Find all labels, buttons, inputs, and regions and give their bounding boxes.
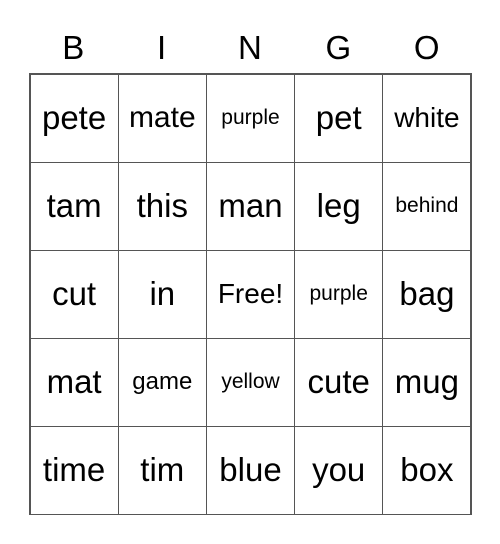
bingo-cell[interactable]: man (205, 161, 296, 251)
bingo-cell[interactable]: mat (29, 337, 119, 427)
bingo-cell[interactable]: yellow (205, 337, 296, 427)
header-letter-b: B (62, 29, 85, 66)
bingo-cell[interactable]: game (117, 337, 207, 427)
bingo-cell[interactable]: pete (29, 73, 119, 163)
bingo-cell[interactable]: mate (117, 73, 207, 163)
bingo-header: B I N G O (29, 26, 471, 70)
bingo-cell[interactable]: pet (294, 73, 384, 163)
bingo-grid: pete mate purple pet white tam this man … (29, 73, 472, 515)
bingo-cell[interactable]: in (117, 249, 207, 339)
header-letter-i: I (157, 29, 167, 66)
bingo-cell[interactable]: purple (205, 73, 296, 163)
bingo-cell[interactable]: blue (205, 425, 296, 515)
bingo-cell[interactable]: time (29, 425, 119, 515)
bingo-cell[interactable]: tim (117, 425, 207, 515)
bingo-cell[interactable]: white (382, 73, 472, 163)
header-letter-g: G (325, 29, 352, 66)
bingo-cell[interactable]: cute (294, 337, 384, 427)
bingo-cell[interactable]: bag (382, 249, 472, 339)
bingo-cell[interactable]: this (117, 161, 207, 251)
bingo-cell[interactable]: mug (382, 337, 472, 427)
bingo-cell[interactable]: box (382, 425, 472, 515)
bingo-cell[interactable]: cut (29, 249, 119, 339)
bingo-cell[interactable]: tam (29, 161, 119, 251)
free-space-cell[interactable]: Free! (205, 249, 296, 339)
header-letter-n: N (238, 29, 262, 66)
header-letter-o: O (413, 29, 440, 66)
bingo-cell[interactable]: behind (382, 161, 472, 251)
bingo-cell[interactable]: you (294, 425, 384, 515)
bingo-cell[interactable]: leg (294, 161, 384, 251)
bingo-cell[interactable]: purple (294, 249, 384, 339)
